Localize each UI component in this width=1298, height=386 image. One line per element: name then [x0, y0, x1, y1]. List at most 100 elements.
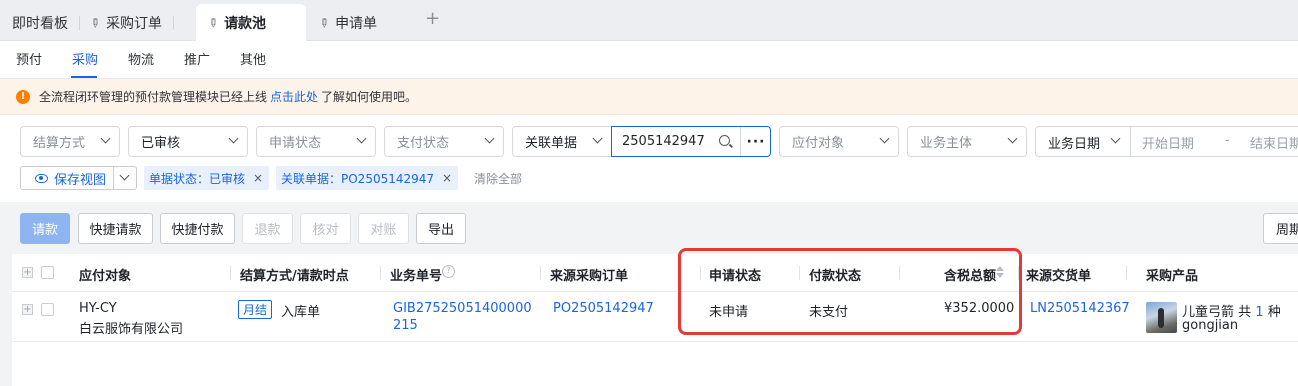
notice-banner: ! 全流程闭环管理的预付款管理模块已经上线 点击此处 了解如何使用吧。 [0, 79, 1298, 115]
pay-status-select-label: 支付状态 [397, 136, 450, 151]
pin-icon[interactable]: ✎ [87, 14, 104, 31]
close-icon[interactable]: × [442, 171, 452, 185]
review-status-select[interactable]: 已审核 [128, 126, 248, 157]
date-range-picker[interactable]: 业务日期 开始日期 - 结束日期 [1035, 126, 1298, 157]
date-type-divider [1130, 127, 1131, 156]
table-row[interactable]: + HY-CY 白云服饰有限公司 月结 入库单 GIB2752505140000… [12, 292, 1298, 342]
action-toolbar: 请款 快捷请款 快捷付款 退款 核对 对账 导出 周期 [0, 202, 1298, 254]
pin-icon[interactable]: ✎ [316, 14, 333, 31]
date-type-select[interactable]: 业务日期 [1048, 133, 1100, 152]
clear-all-link[interactable]: 清除全部 [474, 170, 522, 187]
add-tab-button[interactable]: + [425, 8, 440, 29]
related-doc-select-label: 关联单据 [525, 136, 578, 151]
tab-payment-pool[interactable]: ✎ 请款池 [196, 4, 306, 41]
column-header-source-po[interactable]: 来源采购订单 [550, 265, 628, 284]
warning-icon: ! [16, 89, 30, 104]
expand-all-icon[interactable]: + [22, 267, 33, 278]
column-header-product[interactable]: 采购产品 [1146, 265, 1198, 284]
source-delivery-link[interactable]: LN2505142367 [1030, 301, 1130, 316]
product-count-prefix: 共 [1238, 305, 1252, 320]
product-count-link[interactable]: 1 [1255, 305, 1263, 320]
refund-button[interactable]: 退款 [242, 213, 293, 244]
select-all-checkbox[interactable] [41, 266, 54, 279]
chevron-down-icon [592, 133, 603, 144]
product-count-suffix: 种 [1267, 305, 1281, 320]
expand-row-icon[interactable]: + [22, 304, 33, 315]
quick-request-button[interactable]: 快捷请款 [78, 213, 153, 244]
column-divider [230, 266, 231, 280]
biz-no-link[interactable]: GIB27525051400000 [393, 301, 532, 316]
chevron-down-icon [1110, 133, 1121, 144]
filter-chip-doc-status: 单据状态：已审核 × [144, 166, 270, 190]
more-options-button[interactable]: ··· [740, 127, 771, 156]
pay-status-select[interactable]: 支付状态 [384, 126, 504, 157]
sub-navigation: 预付 采购 物流 推广 其他 [0, 41, 1298, 79]
biz-no-link-continued[interactable]: 215 [393, 318, 418, 333]
reconcile-button[interactable]: 对账 [358, 213, 409, 244]
chevron-down-icon [879, 133, 890, 144]
close-icon[interactable]: × [253, 171, 263, 185]
export-button[interactable]: 导出 [416, 213, 466, 244]
column-divider [1126, 266, 1127, 280]
tab-dashboard[interactable]: 即时看板 [0, 4, 80, 41]
subnav-promotion[interactable]: 推广 [184, 49, 210, 68]
quick-pay-button[interactable]: 快捷付款 [160, 213, 235, 244]
highlight-annotation-box [678, 248, 1022, 335]
date-range-separator: - [1225, 133, 1230, 148]
save-view-label: 保存视图 [54, 172, 107, 188]
filter-chip-related-doc: 关联单据：PO2505142947 × [276, 166, 459, 190]
apply-status-select[interactable]: 申请状态 [256, 126, 376, 157]
related-doc-select[interactable]: 关联单据 [512, 126, 612, 157]
help-icon[interactable]: ? [442, 265, 455, 278]
filter-panel: 结算方式 已审核 申请状态 支付状态 关联单据 2505142947 ··· 应… [0, 115, 1298, 202]
search-icon[interactable] [719, 135, 730, 146]
entity-select-label: 业务主体 [920, 136, 973, 151]
tab-purchase-orders[interactable]: ✎ 采购订单 [78, 4, 175, 41]
table-header: + 应付对象 结算方式/请款时点 业务单号 来源采购订单 申请状态 付款状态 含… [12, 254, 1298, 292]
subnav-prepay[interactable]: 预付 [16, 49, 42, 68]
tab-applications[interactable]: ✎ 申请单 [307, 4, 389, 41]
request-timing: 入库单 [281, 305, 321, 320]
column-header-settlement[interactable]: 结算方式/请款时点 [240, 265, 349, 284]
payee-code: HY-CY [79, 301, 117, 316]
chevron-down-icon [100, 133, 111, 144]
column-header-source-delivery[interactable]: 来源交货单 [1026, 265, 1091, 284]
end-date-input[interactable]: 结束日期 [1250, 133, 1298, 152]
tab-bar: 即时看板 ✎ 采购订单 ✎ 请款池 ✎ 申请单 + [0, 0, 1298, 41]
subnav-other[interactable]: 其他 [240, 49, 266, 68]
tab-payment-pool-label: 请款池 [224, 15, 267, 32]
chevron-down-icon [1007, 133, 1018, 144]
payment-request-table: + 应付对象 结算方式/请款时点 业务单号 来源采购订单 申请状态 付款状态 含… [12, 254, 1298, 386]
subnav-logistics[interactable]: 物流 [128, 49, 154, 68]
column-header-payee[interactable]: 应付对象 [79, 265, 131, 284]
entity-select[interactable]: 业务主体 [907, 126, 1027, 157]
column-header-biz-no[interactable]: 业务单号 [390, 265, 442, 284]
filter-chip-label: 单据状态：已审核 [149, 171, 246, 186]
payee-select[interactable]: 应付对象 [779, 126, 899, 157]
start-date-input[interactable]: 开始日期 [1142, 133, 1194, 152]
save-view-button[interactable]: 保存视图 [20, 166, 137, 190]
notice-link[interactable]: 点击此处 [270, 88, 318, 105]
column-divider [380, 266, 381, 280]
source-po-link[interactable]: PO2505142947 [553, 301, 654, 316]
eye-icon [35, 173, 48, 183]
chevron-down-icon[interactable] [119, 170, 130, 181]
chevron-down-icon [484, 133, 495, 144]
related-doc-search-input[interactable]: 2505142947 ··· [611, 126, 771, 157]
settlement-select[interactable]: 结算方式 [20, 126, 120, 157]
pin-icon[interactable]: ✎ [205, 14, 222, 31]
request-payment-button[interactable]: 请款 [20, 213, 70, 244]
save-view-divider [113, 167, 114, 189]
column-divider [540, 266, 541, 280]
period-button[interactable]: 周期 [1263, 213, 1298, 244]
payee-select-label: 应付对象 [792, 136, 845, 151]
chevron-down-icon [228, 133, 239, 144]
payee-name: 白云服饰有限公司 [79, 322, 184, 337]
notice-text: 全流程闭环管理的预付款管理模块已经上线 [39, 90, 268, 104]
verify-button[interactable]: 核对 [300, 213, 351, 244]
product-thumbnail[interactable] [1146, 302, 1177, 333]
subnav-purchase[interactable]: 采购 [72, 49, 98, 68]
tab-separator [173, 16, 175, 30]
row-checkbox[interactable] [41, 303, 54, 316]
tab-dashboard-label: 即时看板 [12, 15, 68, 32]
